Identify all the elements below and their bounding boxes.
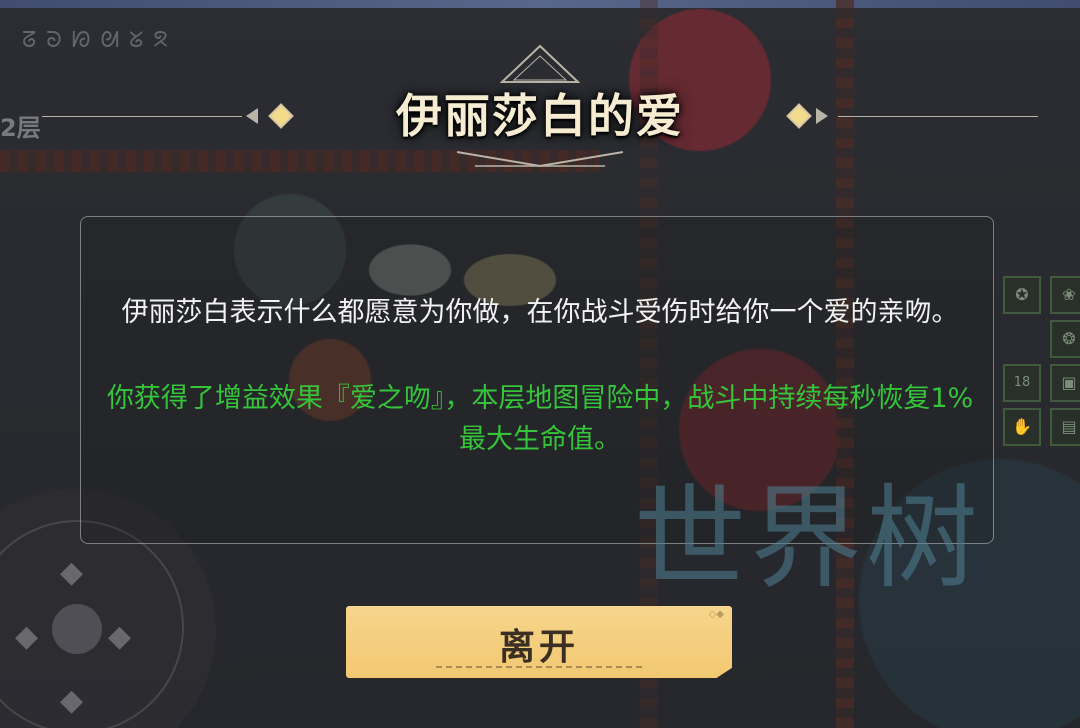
dpad-down-icon: ◆ [60,683,84,718]
skill-icon[interactable]: ❂ [1050,320,1080,358]
rune-row: ᘔᘐᘗᘛᘜᘝ [22,28,178,53]
skill-icon[interactable]: ❀ [1050,276,1080,314]
joystick-knob[interactable] [52,604,102,654]
skill-count-icon[interactable]: 18 [1003,364,1041,402]
button-underline [436,666,642,668]
skill-icon[interactable]: ▣ [1050,364,1080,402]
dpad-left-icon: ◆ [15,619,39,654]
skill-icon[interactable]: ▤ [1050,408,1080,446]
top-status-strip [0,0,1080,8]
skill-icon[interactable]: ✋ [1003,408,1041,446]
dpad-up-icon: ◆ [60,555,84,590]
crest-icon [500,44,580,83]
title-underline-icon [456,151,624,168]
dialog-title: 伊丽莎白的爱 [396,89,684,143]
watermark: 世界树 [634,474,982,604]
leave-button[interactable]: ◇◆ 离开 [346,606,732,678]
event-description: 伊丽莎白表示什么都愿意为你做，在你战斗受伤时给你一个爱的亲吻。 [121,297,959,328]
skill-icon[interactable]: ✪ [1003,276,1041,314]
leave-button-label: 离开 [498,627,579,668]
dpad-right-icon: ◆ [108,619,132,654]
